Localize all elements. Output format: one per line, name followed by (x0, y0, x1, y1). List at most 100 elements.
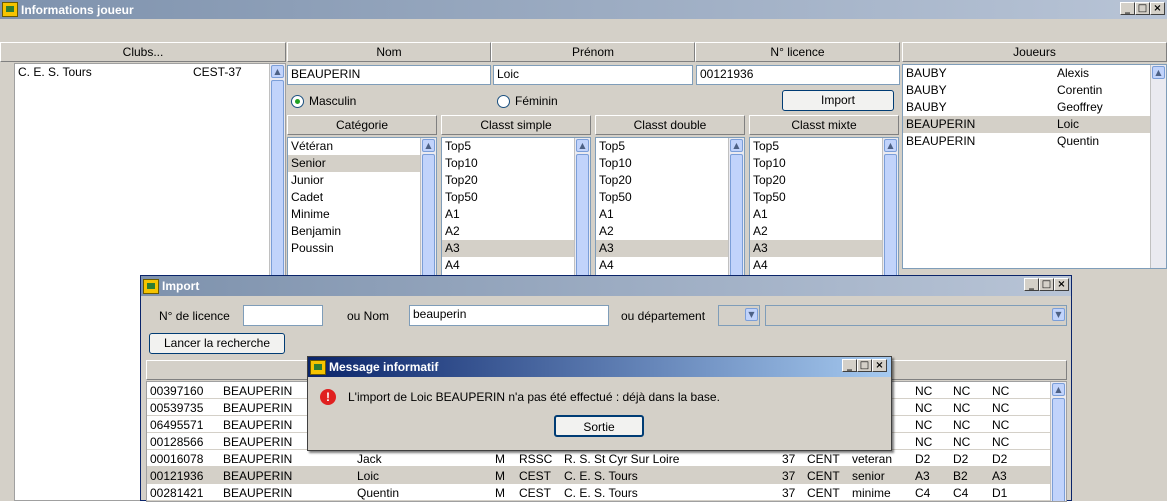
main-titlebar[interactable]: Informations joueur _ □ × (0, 0, 1167, 19)
chevron-down-icon[interactable]: ▼ (745, 308, 758, 321)
cell-s: NC (915, 384, 933, 398)
scroll-up-icon[interactable]: ▲ (576, 139, 589, 152)
classement-item[interactable]: A4 (750, 257, 882, 274)
categorie-item[interactable]: Cadet (288, 189, 420, 206)
minimize-icon[interactable]: _ (1120, 2, 1135, 15)
classement-item[interactable]: Top50 (596, 189, 728, 206)
classement-item[interactable]: Top5 (750, 138, 882, 155)
maximize-icon[interactable]: □ (857, 359, 872, 372)
categorie-item[interactable]: Junior (288, 172, 420, 189)
classt-simple-scrollbar[interactable]: ▲ (574, 138, 590, 286)
radio-masculin[interactable] (291, 95, 304, 108)
import-licence-input[interactable] (243, 305, 323, 326)
close-icon[interactable]: × (1150, 2, 1165, 15)
header-categorie[interactable]: Catégorie (287, 115, 437, 135)
minimize-icon[interactable]: _ (1024, 278, 1039, 291)
nom-field[interactable]: BEAUPERIN (287, 65, 491, 85)
header-joueurs[interactable]: Joueurs (902, 42, 1167, 62)
classement-item[interactable]: Top10 (750, 155, 882, 172)
joueur-row[interactable]: BAUBY Geoffrey (903, 99, 1150, 116)
joueur-row[interactable]: BAUBY Corentin (903, 82, 1150, 99)
message-titlebar[interactable]: Message informatif _ □ × (308, 357, 891, 377)
minimize-icon[interactable]: _ (842, 359, 857, 372)
joueur-row[interactable]: BEAUPERIN Quentin (903, 133, 1150, 150)
scroll-up-icon[interactable]: ▲ (1152, 66, 1165, 79)
scroll-up-icon[interactable]: ▲ (884, 139, 897, 152)
scroll-thumb[interactable] (884, 154, 897, 286)
classement-item[interactable]: Top20 (750, 172, 882, 189)
close-icon[interactable]: × (872, 359, 887, 372)
maximize-icon[interactable]: □ (1039, 278, 1054, 291)
classement-item[interactable]: Top5 (442, 138, 574, 155)
import-nom-input[interactable]: beauperin (409, 305, 609, 326)
import-titlebar[interactable]: Import _ □ × (141, 276, 1071, 296)
region-select[interactable]: ▼ (765, 305, 1067, 326)
categorie-item[interactable]: Poussin (288, 240, 420, 257)
header-prenom[interactable]: Prénom (491, 42, 695, 62)
results-scrollbar[interactable]: ▲ (1050, 382, 1066, 501)
classement-item[interactable]: Top20 (596, 172, 728, 189)
joueur-row[interactable]: BAUBY Alexis (903, 65, 1150, 82)
cell-cat: veteran (852, 452, 893, 466)
licence-field[interactable]: 00121936 (696, 65, 900, 85)
cell-s: C4 (915, 486, 931, 500)
header-classt-simple[interactable]: Classt simple (441, 115, 591, 135)
import-button[interactable]: Import (782, 90, 894, 111)
header-classt-mixte[interactable]: Classt mixte (749, 115, 899, 135)
joueur-row[interactable]: BEAUPERIN Loic (903, 116, 1150, 133)
classement-item[interactable]: A4 (442, 257, 574, 274)
categorie-item[interactable]: Minime (288, 206, 420, 223)
classement-item[interactable]: A2 (750, 223, 882, 240)
categorie-scrollbar[interactable]: ▲ (420, 138, 436, 286)
table-row[interactable]: 00281421 BEAUPERIN Quentin M CEST C. E. S. To… (147, 484, 1050, 501)
classement-item[interactable]: Top10 (442, 155, 574, 172)
scroll-thumb[interactable] (730, 154, 743, 286)
scroll-thumb[interactable] (1052, 398, 1065, 501)
classement-item[interactable]: A3 (750, 240, 882, 257)
app-icon (310, 359, 326, 375)
scroll-up-icon[interactable]: ▲ (1052, 383, 1065, 396)
scroll-up-icon[interactable]: ▲ (271, 65, 284, 78)
classement-item[interactable]: A3 (442, 240, 574, 257)
classement-item[interactable]: Top5 (596, 138, 728, 155)
classement-item[interactable]: A1 (750, 206, 882, 223)
classement-item[interactable]: Top50 (750, 189, 882, 206)
scroll-thumb[interactable] (422, 154, 435, 286)
header-nom[interactable]: Nom (287, 42, 491, 62)
scroll-up-icon[interactable]: ▲ (422, 139, 435, 152)
cell-ligue: CENT (807, 452, 840, 466)
classement-item[interactable]: A4 (596, 257, 728, 274)
classement-item[interactable]: A3 (596, 240, 728, 257)
table-row[interactable]: 00016078 BEAUPERIN Jack M RSSC R. S. St Cyr S… (147, 450, 1050, 467)
classement-item[interactable]: Top50 (442, 189, 574, 206)
classement-item[interactable]: Top10 (596, 155, 728, 172)
categorie-item[interactable]: Senior (288, 155, 420, 172)
chevron-down-icon[interactable]: ▼ (1052, 308, 1065, 321)
close-icon[interactable]: × (1054, 278, 1069, 291)
sortie-button[interactable]: Sortie (554, 415, 644, 437)
classt-mixte-scrollbar[interactable]: ▲ (882, 138, 898, 286)
prenom-field[interactable]: Loic (493, 65, 693, 85)
classement-item[interactable]: A2 (442, 223, 574, 240)
club-row[interactable]: C. E. S. Tours CEST-37 (15, 64, 285, 81)
maximize-icon[interactable]: □ (1135, 2, 1150, 15)
classement-item[interactable]: A2 (596, 223, 728, 240)
categorie-item[interactable]: Vétéran (288, 138, 420, 155)
radio-feminin[interactable] (497, 95, 510, 108)
table-row[interactable]: 00121936 BEAUPERIN Loic M CEST C. E. S. Tours… (147, 467, 1050, 484)
scroll-up-icon[interactable]: ▲ (730, 139, 743, 152)
clubs-button[interactable]: Clubs... (0, 42, 286, 62)
cell-club: C. E. S. Tours (564, 469, 638, 483)
classement-item[interactable]: A1 (596, 206, 728, 223)
joueurs-scrollbar[interactable]: ▲ (1150, 65, 1166, 268)
classt-double-scrollbar[interactable]: ▲ (728, 138, 744, 286)
cell-sexe: M (495, 452, 505, 466)
header-classt-double[interactable]: Classt double (595, 115, 745, 135)
categorie-item[interactable]: Benjamin (288, 223, 420, 240)
classement-item[interactable]: A1 (442, 206, 574, 223)
header-licence[interactable]: N° licence (695, 42, 900, 62)
scroll-thumb[interactable] (576, 154, 589, 286)
dept-select[interactable]: ▼ (718, 305, 760, 326)
search-button[interactable]: Lancer la recherche (149, 333, 285, 354)
classement-item[interactable]: Top20 (442, 172, 574, 189)
